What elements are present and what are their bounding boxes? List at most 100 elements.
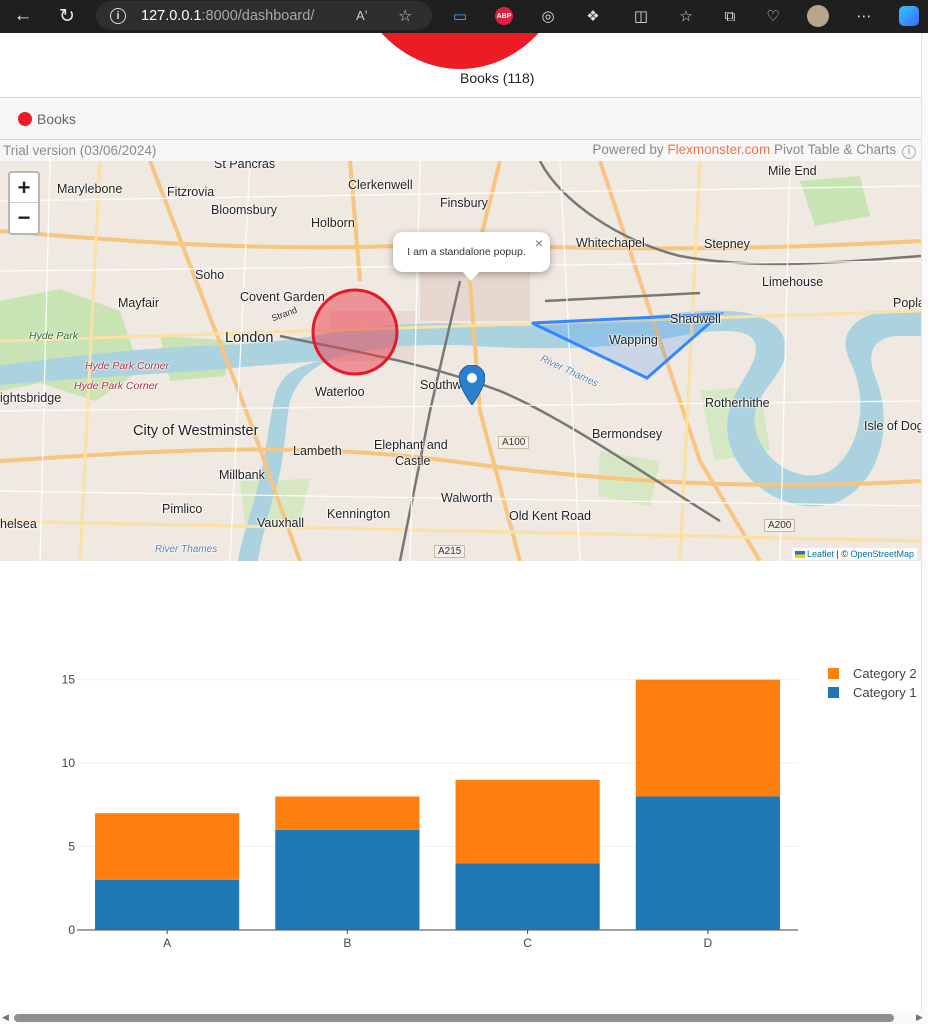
zoom-in-button[interactable]: + — [10, 173, 38, 203]
legend-swatch[interactable] — [828, 668, 839, 679]
map-label: A100 — [498, 436, 530, 449]
page-viewport: Books (118) Books Trial version (03/06/2… — [0, 33, 921, 1011]
popup-close-button[interactable]: × — [535, 235, 543, 251]
map-label: Lambeth — [293, 444, 342, 458]
profile-avatar[interactable] — [807, 5, 829, 27]
copilot-icon[interactable] — [898, 5, 920, 27]
pie-label: Books (118) — [460, 70, 535, 86]
zoom-out-button[interactable]: − — [10, 203, 38, 233]
avatar — [807, 5, 829, 27]
favorite-star-icon[interactable]: ☆ — [398, 6, 412, 26]
info-icon[interactable]: i — [902, 144, 916, 159]
map-label: Bloomsbury — [211, 203, 277, 217]
map-label: Castle — [395, 454, 431, 468]
vertical-scrollbar[interactable] — [921, 33, 928, 1011]
performance-icon[interactable]: ♡ — [762, 5, 784, 27]
map-label: St Pancras — [214, 161, 276, 171]
popup-tip — [462, 271, 480, 281]
url-host: 127.0.0.1 — [141, 7, 202, 24]
powered-prefix: Powered by — [592, 142, 668, 158]
map-label: Clerkenwell — [348, 178, 413, 192]
x-tick-label: D — [704, 936, 713, 950]
map-label: Hyde Park — [29, 330, 79, 342]
legend-swatch[interactable] — [828, 687, 839, 698]
collections-icon[interactable]: ⧉ — [719, 5, 741, 27]
x-tick-label: B — [343, 936, 351, 950]
horizontal-scrollbar[interactable]: ◀ ▶ — [0, 1011, 928, 1024]
browser-toolbar: ← ↻ i 127.0.0.1:8000/dashboard/ Aʼ ☆ ▭ A… — [0, 0, 928, 33]
map-label: Pimlico — [162, 502, 203, 516]
extensions-icon[interactable]: ❖ — [582, 5, 604, 27]
legend-books-label[interactable]: Books — [37, 111, 76, 127]
cast-icon[interactable]: ▭ — [449, 5, 471, 27]
map-label: Hyde Park Corner — [85, 360, 170, 372]
bar-category-1-B[interactable] — [275, 829, 420, 930]
y-tick-label: 5 — [68, 840, 75, 854]
map-label: Hyde Park Corner — [74, 380, 159, 392]
url-path: :8000/dashboard/ — [201, 7, 315, 24]
bar-category-2-B[interactable] — [275, 796, 420, 830]
pie-slice-books[interactable] — [345, 33, 575, 69]
pivot-legend: Books — [0, 97, 921, 140]
adblock-plus-icon[interactable]: ABP — [493, 5, 515, 27]
y-tick-label: 10 — [62, 756, 76, 770]
horizontal-scroll-thumb[interactable] — [14, 1014, 894, 1022]
map-label: Popla — [893, 296, 921, 310]
refresh-icon[interactable]: ↻ — [55, 4, 79, 28]
flexmonster-link[interactable]: Flexmonster.com — [667, 142, 770, 157]
map-label: ightsbridge — [0, 391, 62, 405]
map-label: Bermondsey — [592, 427, 663, 441]
copilot-logo — [899, 6, 919, 26]
map-label: Millbank — [219, 468, 265, 482]
zoom-control: + − — [8, 171, 40, 235]
more-options-icon[interactable]: ⋯ — [853, 5, 875, 27]
map-circle-overlay — [311, 288, 399, 376]
map-label: Isle of Dog — [864, 419, 921, 433]
legend-label[interactable]: Category 2 — [853, 666, 917, 681]
site-info-icon[interactable]: i — [110, 7, 126, 24]
map-label: Stepney — [704, 237, 750, 251]
bar-category-2-D[interactable] — [635, 679, 780, 797]
x-tick-label: C — [523, 936, 532, 950]
map-label: River Thames — [155, 544, 218, 555]
globe-extension-icon[interactable]: ◎ — [537, 5, 559, 27]
map-label: A215 — [434, 545, 466, 558]
bar-category-2-C[interactable] — [455, 779, 600, 864]
map-label: Wapping — [609, 333, 658, 347]
powered-suffix: Pivot Table & Charts — [770, 142, 896, 158]
stacked-bar-chart: 0 5 10 15 A B C D Category 2 Category 1 — [0, 633, 921, 963]
split-screen-icon[interactable]: ◫ — [630, 5, 652, 27]
map-label: Fitzrovia — [167, 185, 215, 199]
map-marker-icon[interactable] — [458, 364, 486, 410]
map-label: Vauxhall — [257, 516, 305, 530]
x-tick-label: A — [163, 936, 171, 950]
osm-link[interactable]: OpenStreetMap — [850, 549, 914, 559]
attribution-separator: | © — [833, 549, 851, 559]
bar-category-1-C[interactable] — [455, 863, 600, 930]
favorites-icon[interactable]: ☆ — [675, 5, 697, 27]
pivot-pie-chart: Books (118) — [0, 33, 921, 97]
map-label: Mayfair — [118, 296, 159, 310]
map-label: Marylebone — [57, 182, 123, 196]
legend-label[interactable]: Category 1 — [853, 685, 917, 700]
bar-category-2-A[interactable] — [95, 813, 240, 880]
bar-category-1-D[interactable] — [635, 796, 780, 930]
bar-category-1-A[interactable] — [95, 879, 240, 930]
bar-chart-svg: 0 5 10 15 A B C D Category 2 Category 1 — [62, 666, 917, 950]
leaflet-link[interactable]: Leaflet — [807, 549, 834, 559]
read-aloud-icon[interactable]: Aʼ — [356, 8, 368, 23]
map-label: Walworth — [441, 491, 493, 505]
map-label: London — [225, 330, 274, 346]
scroll-left-arrow-icon[interactable]: ◀ — [2, 1012, 9, 1023]
map-label: helsea — [0, 517, 37, 531]
map-label: Kennington — [327, 507, 391, 521]
scroll-right-arrow-icon[interactable]: ▶ — [916, 1012, 923, 1023]
ukraine-flag-icon — [794, 551, 805, 559]
back-icon[interactable]: ← — [11, 4, 35, 28]
map-label: Mile End — [768, 164, 817, 178]
address-bar[interactable]: i 127.0.0.1:8000/dashboard/ Aʼ ☆ — [96, 1, 432, 30]
map-attribution: Leaflet | © OpenStreetMap — [791, 548, 917, 560]
leaflet-map[interactable]: St Pancras Clerkenwell Mile End Marylebo… — [0, 161, 921, 561]
map-label: Waterloo — [315, 385, 365, 399]
map-label: Holborn — [311, 216, 355, 230]
